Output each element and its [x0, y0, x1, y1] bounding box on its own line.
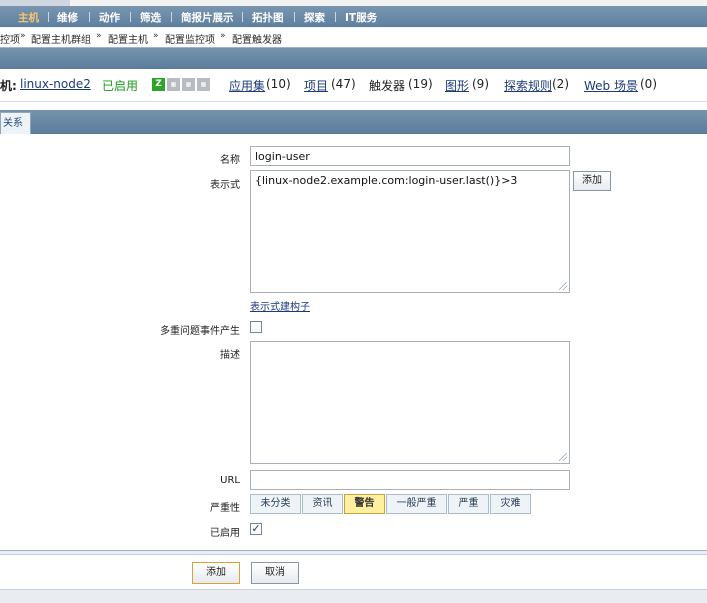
host-label: 机: — [0, 79, 17, 93]
expression-builder-link[interactable]: 表示式建构子 — [250, 298, 310, 313]
host-count-triggers: (19) — [408, 77, 433, 91]
breadcrumb-item[interactable]: 配置主机 — [108, 31, 148, 46]
page-header-bar — [0, 47, 707, 69]
jmx-availability-icon: ▦ — [182, 78, 195, 91]
host-count-web: (0) — [640, 77, 657, 91]
page-bottom-strip — [0, 589, 707, 603]
multiple-events-label: 多重问题事件产生 — [160, 326, 240, 337]
host-link-graphs[interactable]: 图形 — [445, 77, 469, 94]
host-count-discovery: (2) — [552, 77, 569, 91]
host-count-items: (47) — [331, 77, 356, 91]
host-count-applications: (10) — [266, 77, 291, 91]
host-status[interactable]: 已启用 — [102, 77, 138, 94]
breadcrumb-item[interactable]: 配置监控项 — [165, 31, 215, 46]
host-link-web[interactable]: Web 场景 — [584, 77, 638, 94]
url-input[interactable] — [250, 470, 570, 490]
add-button[interactable]: 添加 — [192, 562, 240, 584]
cancel-button[interactable]: 取消 — [251, 562, 299, 584]
breadcrumb-item[interactable]: 配置主机群组 — [31, 31, 91, 46]
nav-item-filters[interactable]: 筛选 — [140, 10, 161, 24]
nav-item-slideshows[interactable]: 简报片展示 — [181, 10, 234, 24]
form-footer-divider — [0, 550, 707, 555]
enabled-label: 已启用 — [210, 528, 240, 539]
multiple-events-checkbox[interactable] — [250, 321, 262, 333]
tab-dependencies[interactable]: 关系 — [0, 112, 31, 134]
breadcrumb-item[interactable]: 配置触发器 — [232, 31, 282, 46]
nav-item-maintenance[interactable]: 维修 — [57, 10, 78, 24]
name-input[interactable] — [250, 146, 570, 166]
host-count-graphs: (9) — [472, 77, 489, 91]
resize-grip-icon[interactable] — [559, 282, 567, 290]
description-label: 描述 — [220, 350, 240, 361]
name-label: 名称 — [220, 155, 240, 166]
nav-item-hosts[interactable]: 主机 — [18, 10, 39, 24]
breadcrumb-item[interactable]: 控项 — [0, 31, 20, 46]
zabbix-agent-availability-icon: Z — [152, 78, 165, 91]
add-expression-button[interactable]: 添加 — [573, 171, 611, 191]
expression-text: {linux-node2.example.com:login-user.last… — [255, 174, 518, 187]
nav-strip: 主机 维修 动作 筛选 简报片展示 拓扑图 探索 IT服务 — [0, 6, 707, 27]
description-textarea[interactable] — [250, 341, 570, 464]
nav-item-actions[interactable]: 动作 — [99, 10, 120, 24]
nav-separator — [48, 12, 49, 22]
severity-disaster-button[interactable]: 灾难 — [490, 494, 531, 514]
host-link-applications[interactable]: 应用集 — [229, 77, 265, 94]
breadcrumb-separator-icon: » — [20, 31, 26, 41]
host-link-items[interactable]: 项目 — [304, 77, 328, 94]
breadcrumb-separator-icon: » — [153, 31, 159, 41]
breadcrumb-separator-icon: » — [96, 31, 102, 41]
expression-label: 表示式 — [210, 180, 240, 191]
nav-separator — [130, 12, 131, 22]
breadcrumb: 控项 » 配置主机群组 » 配置主机 » 配置监控项 » 配置触发器 — [0, 28, 707, 47]
nav-separator — [89, 12, 90, 22]
nav-separator — [171, 12, 172, 22]
nav-item-discovery[interactable]: 探索 — [304, 10, 325, 24]
breadcrumb-separator-icon: » — [220, 31, 226, 41]
nav-separator — [242, 12, 243, 22]
nav-item-maps[interactable]: 拓扑图 — [252, 10, 284, 24]
expression-textarea[interactable]: {linux-node2.example.com:login-user.last… — [250, 170, 570, 293]
host-name-link[interactable]: linux-node2 — [20, 77, 91, 91]
severity-warning-button[interactable]: 警告 — [344, 494, 385, 514]
severity-high-button[interactable]: 严重 — [448, 494, 489, 514]
resize-grip-icon[interactable] — [559, 453, 567, 461]
snmp-availability-icon: ▦ — [167, 78, 180, 91]
host-link-discovery[interactable]: 探索规则 — [504, 77, 552, 94]
severity-average-button[interactable]: 一般严重 — [386, 494, 447, 514]
form-tab-bar — [0, 110, 707, 134]
nav-item-it-services[interactable]: IT服务 — [345, 10, 377, 24]
severity-label: 严重性 — [210, 503, 240, 514]
severity-information-button[interactable]: 资讯 — [302, 494, 343, 514]
ipmi-availability-icon: ▦ — [197, 78, 210, 91]
enabled-checkbox[interactable]: ✓ — [250, 523, 262, 535]
host-label-triggers: 触发器 — [369, 79, 406, 93]
host-info-row: 机: linux-node2 已启用 Z ▦ ▦ ▦ 应用集 (10) 项目 (… — [0, 69, 707, 102]
nav-separator — [335, 12, 336, 22]
severity-not-classified-button[interactable]: 未分类 — [250, 494, 301, 514]
url-label: URL — [220, 475, 240, 486]
nav-separator — [294, 12, 295, 22]
